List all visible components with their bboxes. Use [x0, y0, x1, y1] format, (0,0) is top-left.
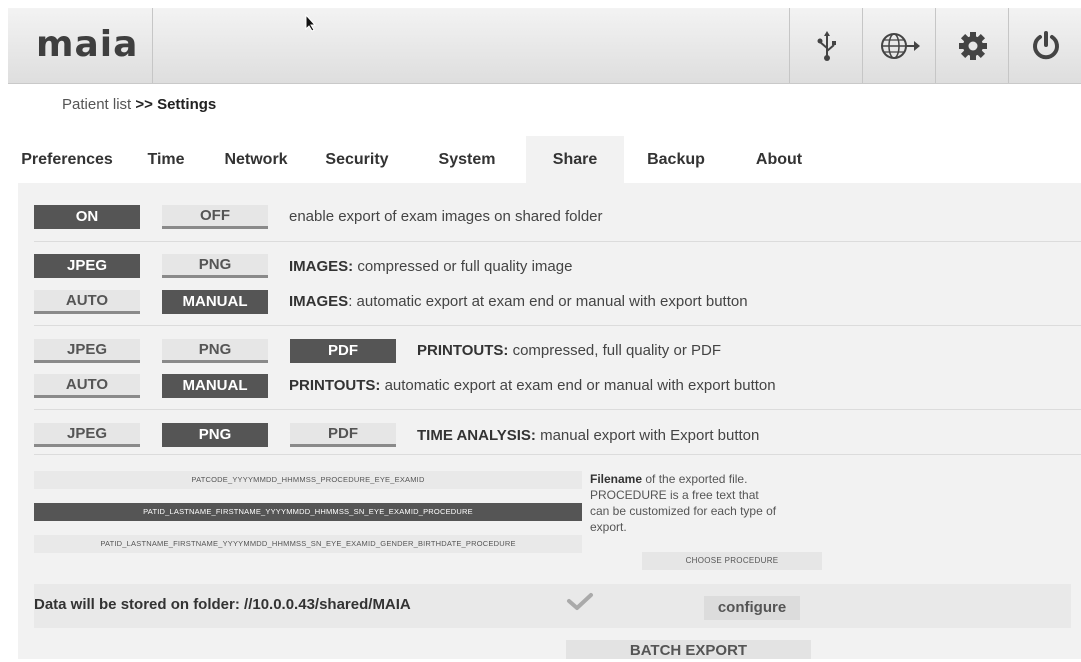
- printouts-png-button[interactable]: PNG: [162, 339, 268, 363]
- images-mode-label: IMAGES: [289, 293, 349, 310]
- tab-preferences[interactable]: Preferences: [8, 136, 126, 184]
- images-mode-description: IMAGES: automatic export at exam end or …: [289, 293, 748, 310]
- breadcrumb-separator: >>: [131, 96, 158, 113]
- mouse-cursor-icon: [305, 14, 317, 32]
- breadcrumb-current: Settings: [157, 96, 217, 113]
- images-format-label: IMAGES:: [289, 258, 354, 275]
- tab-system[interactable]: System: [408, 136, 526, 184]
- images-png-button[interactable]: PNG: [162, 254, 268, 278]
- storage-row: Data will be stored on folder: //10.0.0.…: [34, 584, 1071, 628]
- divider: [34, 241, 1081, 242]
- printouts-pdf-button[interactable]: PDF: [290, 339, 396, 363]
- images-manual-button[interactable]: MANUAL: [162, 290, 268, 314]
- divider: [34, 409, 1081, 410]
- usb-button[interactable]: [789, 8, 863, 83]
- images-jpeg-button[interactable]: JPEG: [34, 254, 140, 278]
- network-button[interactable]: [862, 8, 936, 83]
- images-mode-text: : automatic export at exam end or manual…: [348, 293, 748, 310]
- filename-description: Filename of the exported file. PROCEDURE…: [590, 471, 780, 535]
- check-icon: [567, 593, 593, 610]
- filename-option[interactable]: PATID_LASTNAME_FIRSTNAME_YYYYMMDD_HHMMSS…: [34, 535, 582, 553]
- printouts-format-description: PRINTOUTS: compressed, full quality or P…: [417, 342, 721, 359]
- time-analysis-jpeg-button[interactable]: JPEG: [34, 423, 140, 447]
- printouts-mode-text: automatic export at exam end or manual w…: [380, 377, 776, 394]
- share-on-button[interactable]: ON: [34, 205, 140, 229]
- gear-icon: [958, 31, 987, 60]
- time-analysis-description: TIME ANALYSIS: manual export with Export…: [417, 427, 759, 444]
- power-icon: [1032, 30, 1059, 59]
- filename-label: Filename: [590, 472, 643, 486]
- batch-export-button[interactable]: BATCH EXPORT: [566, 640, 811, 659]
- printouts-mode-description: PRINTOUTS: automatic export at exam end …: [289, 377, 776, 394]
- images-format-text: compressed or full quality image: [353, 258, 573, 275]
- tab-security[interactable]: Security: [306, 136, 408, 184]
- settings-tabs: Preferences Time Network Security System…: [8, 136, 830, 184]
- time-analysis-pdf-button[interactable]: PDF: [290, 423, 396, 447]
- logo: maia: [36, 24, 139, 65]
- printouts-auto-button[interactable]: AUTO: [34, 374, 140, 398]
- time-analysis-png-button[interactable]: PNG: [162, 423, 268, 447]
- breadcrumb: Patient list >> Settings: [62, 96, 216, 113]
- network-export-icon: [880, 32, 920, 59]
- printouts-format-label: PRINTOUTS:: [417, 342, 509, 359]
- configure-button[interactable]: configure: [704, 596, 800, 620]
- storage-folder-text: Data will be stored on folder: //10.0.0.…: [34, 596, 411, 613]
- settings-button[interactable]: [935, 8, 1009, 83]
- share-off-button[interactable]: OFF: [162, 205, 268, 229]
- top-bar: maia: [8, 8, 1081, 84]
- divider: [34, 454, 1081, 455]
- breadcrumb-patient-list[interactable]: Patient list: [62, 96, 131, 113]
- tab-network[interactable]: Network: [206, 136, 306, 184]
- filename-option[interactable]: PATCODE_YYYYMMDD_HHMMSS_PROCEDURE_EYE_EX…: [34, 471, 582, 489]
- printouts-mode-label: PRINTOUTS:: [289, 377, 381, 394]
- tab-backup[interactable]: Backup: [624, 136, 728, 184]
- printouts-jpeg-button[interactable]: JPEG: [34, 339, 140, 363]
- time-analysis-label: TIME ANALYSIS:: [417, 427, 536, 444]
- images-format-description: IMAGES: compressed or full quality image: [289, 258, 572, 275]
- tab-about[interactable]: About: [728, 136, 830, 184]
- time-analysis-text: manual export with Export button: [535, 427, 760, 444]
- tab-time[interactable]: Time: [126, 136, 206, 184]
- images-auto-button[interactable]: AUTO: [34, 290, 140, 314]
- printouts-format-text: compressed, full quality or PDF: [508, 342, 721, 359]
- tab-share[interactable]: Share: [526, 136, 624, 184]
- divider: [34, 325, 1081, 326]
- power-button[interactable]: [1008, 8, 1081, 83]
- choose-procedure-button[interactable]: CHOOSE PROCEDURE: [642, 552, 822, 570]
- filename-option-selected[interactable]: PATID_LASTNAME_FIRSTNAME_YYYYMMDD_HHMMSS…: [34, 503, 582, 521]
- usb-icon: [817, 30, 836, 61]
- printouts-manual-button[interactable]: MANUAL: [162, 374, 268, 398]
- logo-box: maia: [8, 8, 153, 83]
- share-enable-description: enable export of exam images on shared f…: [289, 208, 603, 225]
